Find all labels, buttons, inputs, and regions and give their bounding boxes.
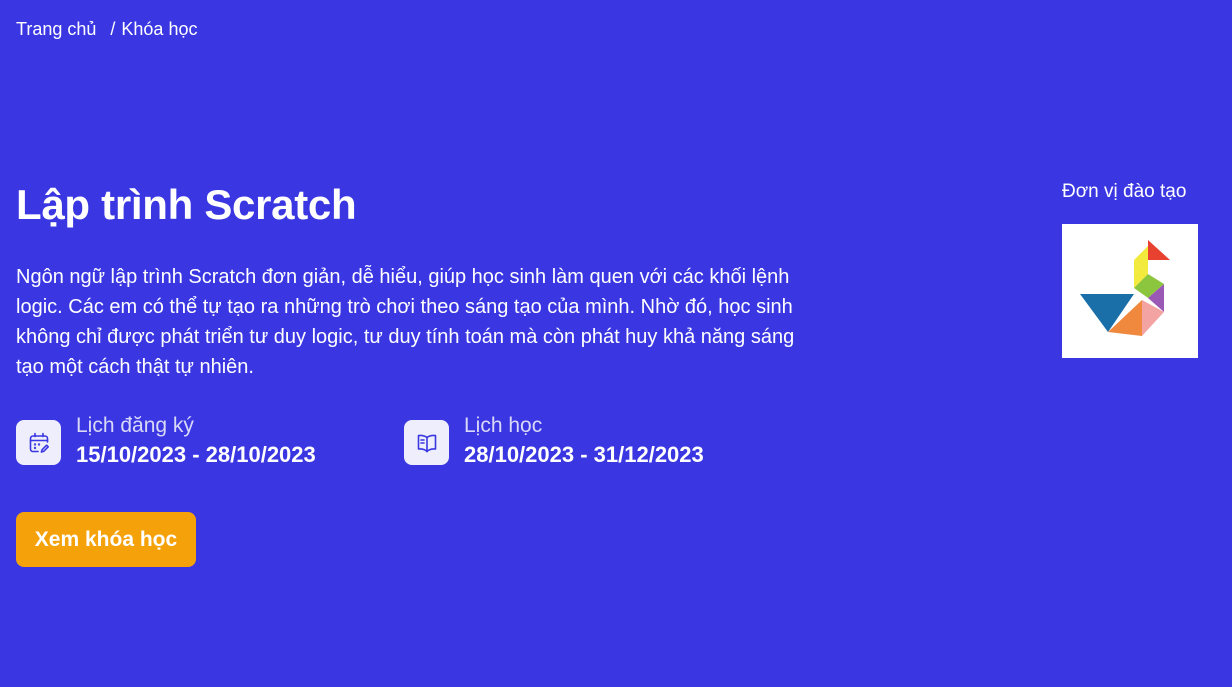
registration-dates: 15/10/2023 - 28/10/2023	[76, 442, 316, 467]
breadcrumb-home-link[interactable]: Trang chủ	[16, 18, 96, 40]
schedule-label: Lịch học	[464, 414, 543, 437]
schedule-dates: 28/10/2023 - 31/12/2023	[464, 442, 704, 467]
schedule-info: Lịch học 28/10/2023 - 31/12/2023	[404, 412, 704, 470]
view-course-button[interactable]: Xem khóa học	[16, 512, 196, 567]
calendar-edit-icon	[16, 420, 61, 465]
course-description: Ngôn ngữ lập trình Scratch đơn giản, dễ …	[16, 266, 795, 378]
book-open-icon	[404, 420, 449, 465]
breadcrumb-separator: /	[110, 19, 116, 39]
course-title: Lập trình Scratch	[16, 181, 357, 228]
breadcrumb-courses-link[interactable]: Khóa học	[121, 18, 197, 40]
training-unit-logo	[1062, 224, 1198, 358]
registration-label: Lịch đăng ký	[76, 414, 194, 437]
training-unit-label: Đơn vị đào tạo	[1062, 181, 1187, 202]
breadcrumb: Trang chủ / Khóa học	[16, 18, 197, 40]
registration-info: Lịch đăng ký 15/10/2023 - 28/10/2023	[16, 412, 316, 470]
